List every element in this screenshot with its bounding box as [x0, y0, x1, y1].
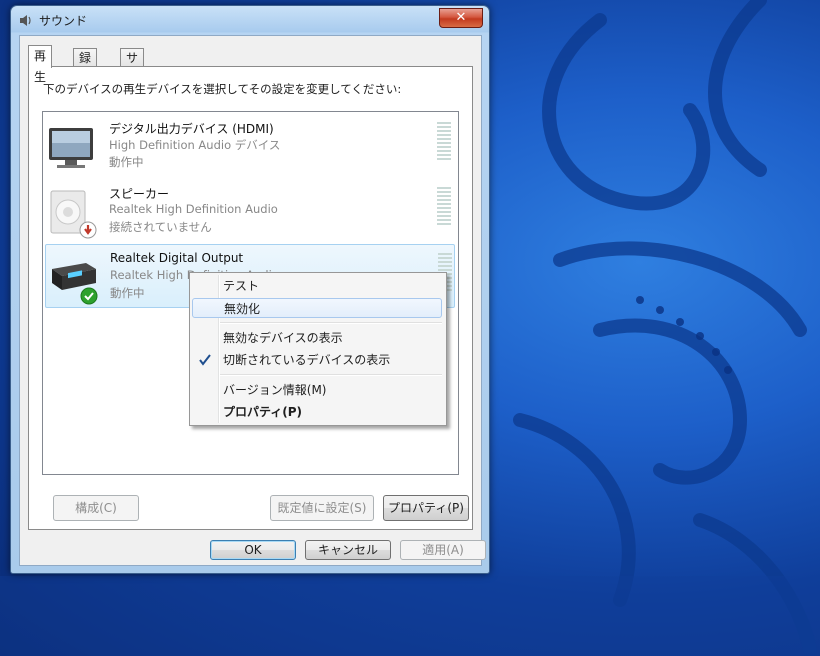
menu-item-test[interactable]: テスト [192, 276, 442, 296]
ok-button[interactable]: OK [210, 540, 296, 560]
window-title: サウンド [39, 14, 88, 28]
cancel-button[interactable]: キャンセル [305, 540, 391, 560]
menu-item-label: バージョン情報(M) [223, 383, 327, 397]
device-name: スピーカー [109, 187, 170, 201]
device-name: Realtek Digital Output [110, 251, 244, 265]
menu-item-properties[interactable]: プロパティ(P) [192, 402, 442, 422]
menu-item-disable[interactable]: 無効化 [192, 298, 442, 318]
context-menu: テスト 無効化 無効なデバイスの表示 切断されているデバイスの表示 バージョン情… [189, 272, 447, 426]
device-description: High Definition Audio デバイス [109, 138, 281, 152]
instruction-text: 下のデバイスの再生デバイスを選択してその設定を変更してください: [43, 82, 402, 96]
unplugged-badge-icon [79, 221, 97, 239]
menu-separator [220, 374, 442, 376]
menu-item-label: テスト [223, 279, 260, 293]
apply-button[interactable]: 適用(A) [400, 540, 486, 560]
device-item-hdmi[interactable]: デジタル出力デバイス (HDMI) High Definition Audio … [45, 114, 453, 176]
menu-item-show-disconnected-devices[interactable]: 切断されているデバイスの表示 [192, 350, 442, 370]
volume-meter-icon [437, 122, 451, 160]
device-name: デジタル出力デバイス (HDMI) [109, 122, 274, 136]
menu-item-about[interactable]: バージョン情報(M) [192, 380, 442, 400]
speaker-icon [20, 15, 31, 26]
device-item-speaker[interactable]: スピーカー Realtek High Definition Audio 接続され… [45, 179, 453, 241]
tab-sounds[interactable]: サウンド [120, 48, 145, 119]
menu-item-label: 無効なデバイスの表示 [223, 331, 343, 345]
device-status: 動作中 [109, 155, 144, 169]
set-default-button[interactable]: 既定値に設定(S) [270, 495, 374, 521]
menu-item-label: 切断されているデバイスの表示 [223, 353, 391, 367]
menu-item-label: プロパティ(P) [223, 405, 303, 419]
device-status: 動作中 [110, 286, 145, 300]
volume-meter-icon [437, 187, 451, 225]
device-status: 接続されていません [109, 220, 212, 234]
menu-separator [220, 322, 442, 324]
properties-button[interactable]: プロパティ(P) [383, 495, 469, 521]
close-button[interactable]: ✕ [439, 8, 483, 28]
default-device-check-icon [80, 287, 98, 305]
title-bar[interactable]: サウンド ✕ [11, 6, 489, 34]
menu-item-show-disabled-devices[interactable]: 無効なデバイスの表示 [192, 328, 442, 348]
tab-recording[interactable]: 録音 [73, 48, 98, 83]
menu-item-label: 無効化 [224, 302, 261, 316]
checkmark-icon [199, 354, 211, 366]
device-description: Realtek High Definition Audio [109, 202, 278, 216]
monitor-icon [49, 128, 93, 168]
tab-playback[interactable]: 再生 [28, 45, 53, 84]
configure-button[interactable]: 構成(C) [53, 495, 139, 521]
